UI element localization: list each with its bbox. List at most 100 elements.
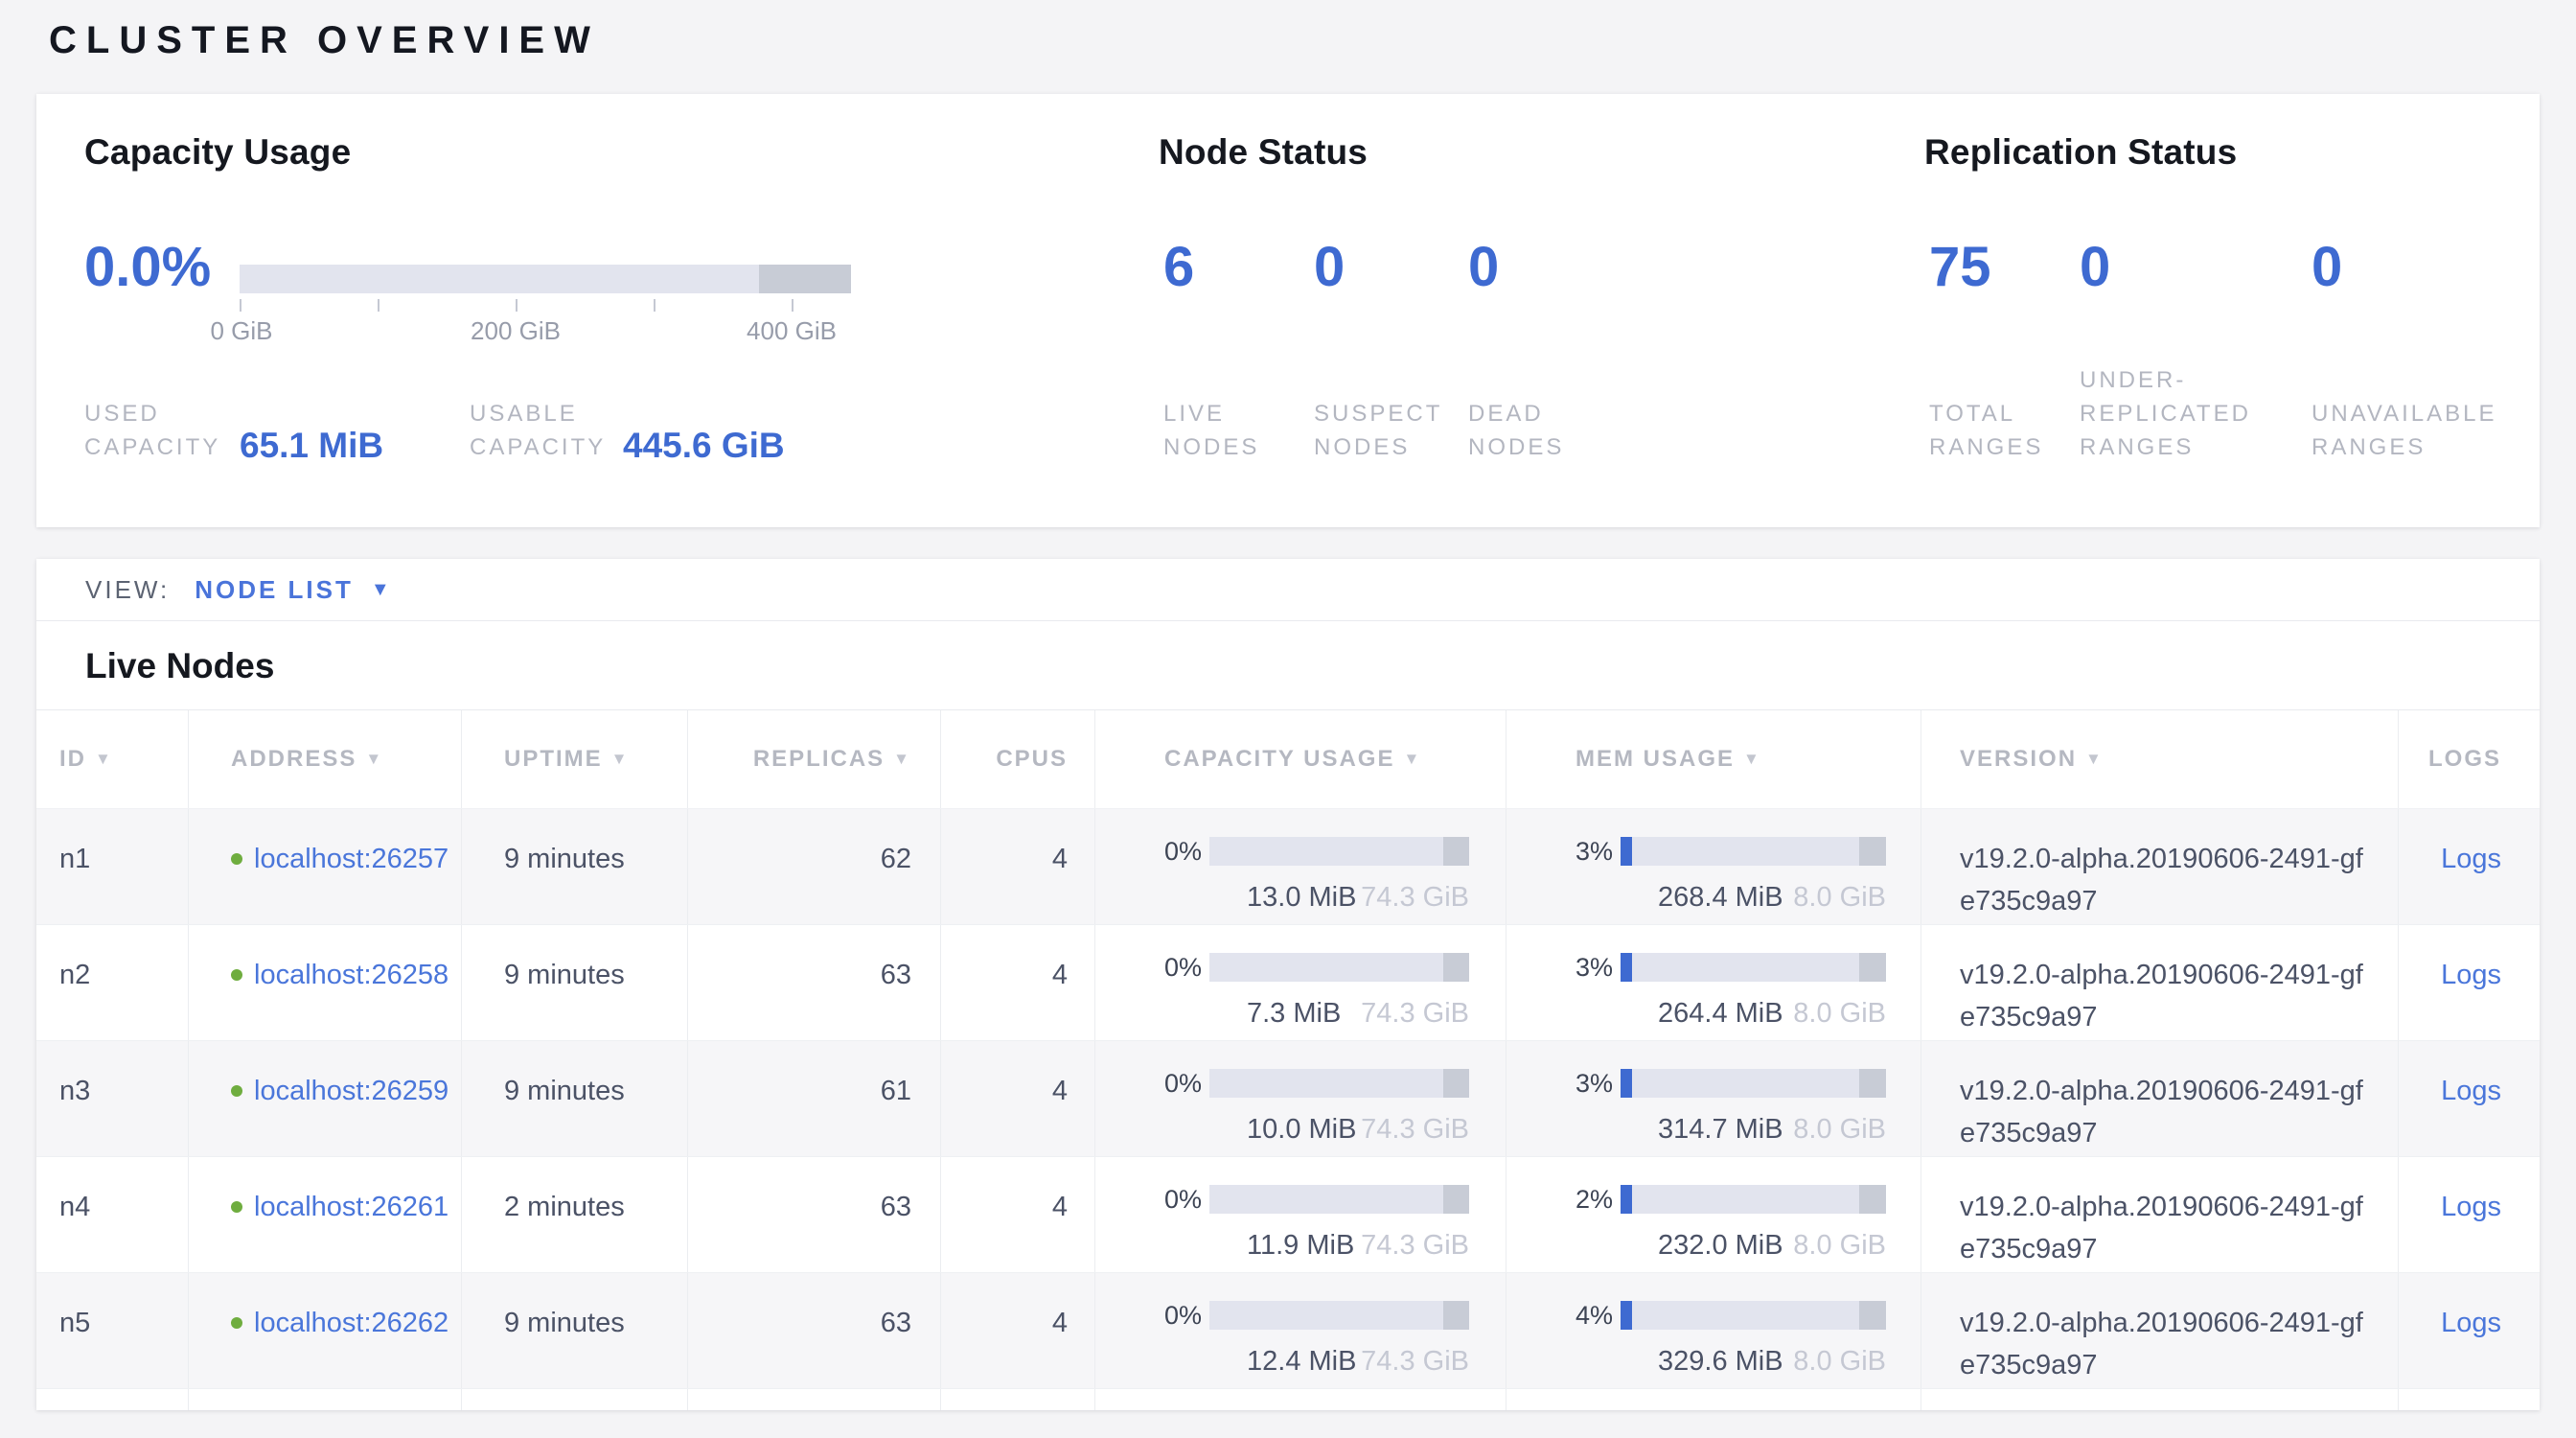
mem-max-value: 8.0 GiB	[1793, 992, 1886, 1034]
mem-percent-label: 3%	[1576, 1062, 1613, 1104]
mem-bar-fill	[1621, 837, 1632, 866]
mem-bar-other-segment	[1859, 953, 1886, 982]
mem-bar-other-segment	[1859, 1301, 1886, 1330]
sort-caret-icon: ▼	[611, 750, 630, 769]
address-link[interactable]: localhost:26257	[254, 838, 448, 880]
view-dropdown[interactable]: NODE LIST ▼	[195, 575, 389, 605]
logs-link[interactable]: Logs	[2441, 1076, 2501, 1106]
version-text: v19.2.0-alpha.20190606-2491-gfe735c9a97	[1960, 844, 2363, 916]
capacity-percent-label: 0%	[1164, 830, 1202, 872]
address-link[interactable]: localhost:26259	[254, 1070, 448, 1112]
cell-logs: Logs	[2399, 1041, 2540, 1156]
capacity-usage-title: Capacity Usage	[84, 132, 351, 173]
col-header-mem[interactable]: MEM USAGE▼	[1506, 710, 1921, 808]
cell-cpus: 4	[941, 925, 1095, 1040]
capacity-used-value: 13.0 MiB	[1208, 876, 1356, 918]
cell-version: v19.2.0-alpha.20190606-2491-gfe735c9a97	[1921, 925, 2399, 1040]
capacity-bar-other-segment	[1443, 953, 1469, 982]
cell-mem: 3%314.7 MiB8.0 GiB	[1506, 1041, 1921, 1156]
axis-label-400gib: 400 GiB	[747, 316, 837, 346]
cell-mem: 4%329.6 MiB8.0 GiB	[1506, 1273, 1921, 1388]
col-header-address[interactable]: ADDRESS▼	[189, 710, 462, 808]
capacity-bar	[1209, 1185, 1469, 1214]
live-status-dot-icon	[231, 969, 242, 981]
col-header-replicas[interactable]: REPLICAS▼	[688, 710, 941, 808]
suspect-nodes-count: 0	[1314, 236, 1345, 299]
mem-used-value: 264.4 MiB	[1620, 992, 1783, 1034]
capacity-max-value: 74.3 GiB	[1361, 1340, 1469, 1382]
mem-bar-fill	[1621, 953, 1632, 982]
capacity-used-value: 10.0 MiB	[1208, 1108, 1356, 1150]
logs-link[interactable]: Logs	[2441, 844, 2501, 874]
cell-replicas: 62	[688, 809, 941, 924]
address-link[interactable]: localhost:26258	[254, 954, 448, 996]
used-capacity-label: USED CAPACITY	[84, 397, 220, 464]
used-capacity-value: 65.1 MiB	[240, 426, 383, 466]
address-link[interactable]: localhost:26262	[254, 1302, 448, 1344]
mem-bar	[1621, 837, 1886, 866]
cell-address: localhost:26257	[189, 809, 462, 924]
cell-replicas: 63	[688, 1157, 941, 1272]
col-header-id[interactable]: ID▼	[36, 710, 189, 808]
cell-capacity: 0%13.0 MiB74.3 GiB	[1095, 809, 1506, 924]
cell-capacity: 0%11.9 MiB74.3 GiB	[1095, 1157, 1506, 1272]
logs-link[interactable]: Logs	[2441, 960, 2501, 990]
chevron-down-icon: ▼	[371, 580, 390, 599]
live-status-dot-icon	[231, 1085, 242, 1097]
capacity-used-value: 11.9 MiB	[1208, 1224, 1354, 1266]
capacity-bar-other-segment	[1443, 1185, 1469, 1214]
mem-bar	[1621, 1301, 1886, 1330]
logs-link[interactable]: Logs	[2441, 1308, 2501, 1338]
unavailable-ranges-label: UNAVAILABLERANGES	[2312, 397, 2497, 464]
version-text: v19.2.0-alpha.20190606-2491-gfe735c9a97	[1960, 960, 2363, 1032]
cell-address: localhost:26261	[189, 1157, 462, 1272]
sort-caret-icon: ▼	[365, 750, 383, 769]
col-header-cpus: CPUS	[941, 710, 1095, 808]
cell-cpus: 4	[941, 809, 1095, 924]
capacity-axis-labels: 0 GiB 200 GiB 400 GiB	[240, 316, 851, 345]
col-header-capacity[interactable]: CAPACITY USAGE▼	[1095, 710, 1506, 808]
under-replicated-ranges-label: UNDER-REPLICATEDRANGES	[2080, 363, 2251, 464]
mem-bar-fill	[1621, 1185, 1632, 1214]
sort-caret-icon: ▼	[1743, 750, 1761, 769]
col-header-uptime[interactable]: UPTIME▼	[462, 710, 688, 808]
cell-id: n1	[36, 809, 189, 924]
live-nodes-count: 6	[1163, 236, 1194, 299]
cell-version: v19.2.0-alpha.20190606-2491-gfe735c9a97	[1921, 1157, 2399, 1272]
live-nodes-table: ID▼ADDRESS▼UPTIME▼REPLICAS▼CPUSCAPACITY …	[36, 709, 2540, 1410]
usable-capacity-label: USABLE CAPACITY	[470, 397, 606, 464]
mem-used-value: 329.6 MiB	[1620, 1340, 1783, 1382]
table-row: n5localhost:262629 minutes6340%12.4 MiB7…	[36, 1272, 2540, 1388]
mem-meter: 3%268.4 MiB8.0 GiB	[1576, 830, 1886, 918]
cell-uptime: 9 minutes	[462, 1273, 688, 1388]
usable-capacity-value: 445.6 GiB	[623, 426, 785, 466]
capacity-bar-track	[240, 265, 851, 293]
capacity-usage-percent: 0.0%	[84, 236, 211, 299]
col-header-version[interactable]: VERSION▼	[1921, 710, 2399, 808]
cell-logs: Logs	[2399, 809, 2540, 924]
capacity-max-value: 74.3 GiB	[1361, 1224, 1469, 1266]
mem-meter: 3%264.4 MiB8.0 GiB	[1576, 946, 1886, 1034]
col-header-label: REPLICAS	[753, 746, 885, 773]
capacity-bar	[1209, 1069, 1469, 1098]
capacity-percent-label: 0%	[1164, 1178, 1202, 1220]
capacity-meter: 0%10.0 MiB74.3 GiB	[1164, 1062, 1469, 1150]
cell-mem: 2%232.0 MiB8.0 GiB	[1506, 1157, 1921, 1272]
mem-bar-other-segment	[1859, 1185, 1886, 1214]
table-header-row: ID▼ADDRESS▼UPTIME▼REPLICAS▼CPUSCAPACITY …	[36, 709, 2540, 809]
node-list-card: VIEW: NODE LIST ▼ Live Nodes ID▼ADDRESS▼…	[36, 559, 2540, 1410]
mem-max-value: 8.0 GiB	[1793, 1340, 1886, 1382]
axis-label-0gib: 0 GiB	[210, 316, 272, 346]
view-dropdown-selected[interactable]: NODE LIST	[195, 575, 354, 605]
capacity-bar	[1209, 953, 1469, 982]
view-label: VIEW:	[85, 575, 170, 605]
capacity-max-value: 74.3 GiB	[1361, 876, 1469, 918]
cell-logs: Logs	[2399, 925, 2540, 1040]
cell-mem: 3%264.4 MiB8.0 GiB	[1506, 925, 1921, 1040]
logs-link[interactable]: Logs	[2441, 1192, 2501, 1222]
capacity-max-value: 74.3 GiB	[1361, 992, 1469, 1034]
capacity-max-value: 74.3 GiB	[1361, 1108, 1469, 1150]
address-link[interactable]: localhost:26261	[254, 1186, 448, 1228]
suspect-nodes-label: SUSPECTNODES	[1314, 397, 1442, 464]
unavailable-ranges-count: 0	[2312, 236, 2342, 299]
